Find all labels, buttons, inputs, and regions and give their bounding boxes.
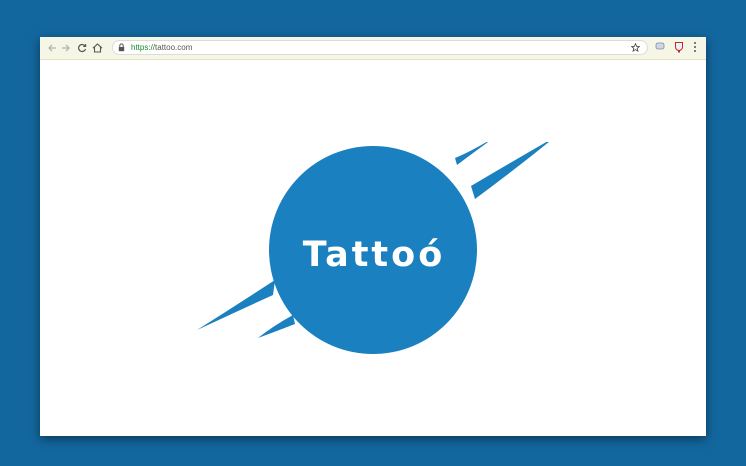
arrow-left-icon xyxy=(48,44,56,52)
reload-button[interactable] xyxy=(75,40,89,56)
star-icon[interactable] xyxy=(631,43,640,52)
kebab-menu-icon[interactable] xyxy=(693,41,697,53)
extension-icon[interactable] xyxy=(655,41,665,51)
swoosh-upper-long xyxy=(471,142,549,199)
reload-icon xyxy=(78,43,87,53)
swoosh-lower-long xyxy=(197,280,275,330)
planet-logo-graphic: Tattoó xyxy=(197,142,549,354)
browser-window: https://tattoo.com Tattoó xyxy=(40,37,706,436)
swoosh-upper-short xyxy=(455,142,489,165)
lock-icon xyxy=(118,43,125,52)
browser-toolbar: https://tattoo.com xyxy=(40,37,706,60)
url-text: https://tattoo.com xyxy=(131,42,192,53)
extension-icon[interactable] xyxy=(674,41,684,53)
swoosh-lower-short xyxy=(258,315,295,338)
address-bar[interactable]: https://tattoo.com xyxy=(112,40,648,55)
url-scheme: https:// xyxy=(131,43,156,52)
logo-text: Tattoó xyxy=(303,235,446,275)
back-button[interactable] xyxy=(45,40,59,56)
url-host: tattoo.com xyxy=(155,43,193,52)
tattoo-logo: Tattoó xyxy=(195,142,560,357)
arrow-right-icon xyxy=(62,44,70,52)
home-button[interactable] xyxy=(90,40,104,56)
home-icon xyxy=(92,43,102,53)
forward-button[interactable] xyxy=(59,40,73,56)
